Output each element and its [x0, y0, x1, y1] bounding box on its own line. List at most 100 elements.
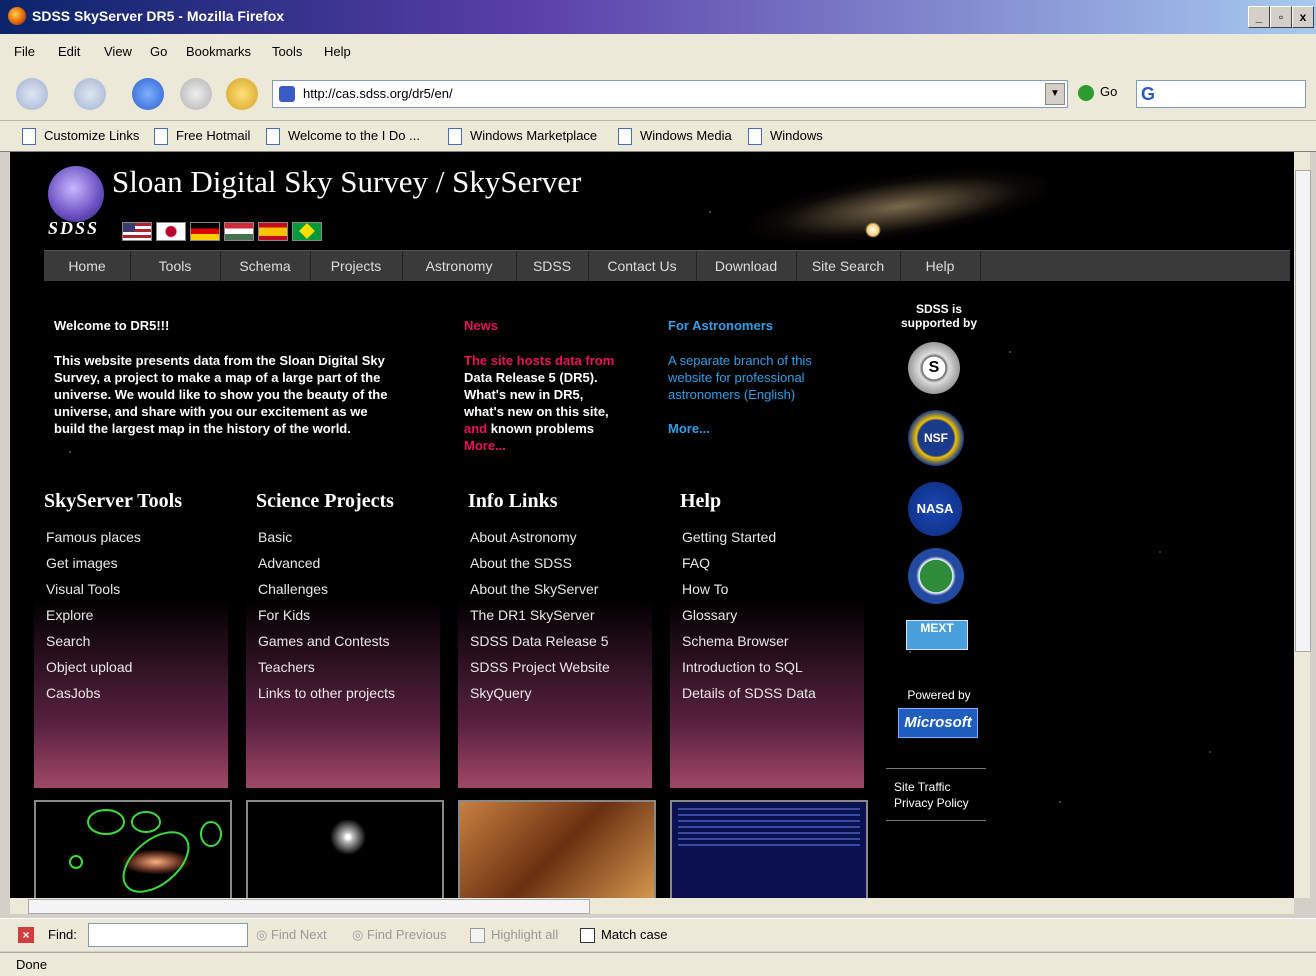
link-sdss-data-details[interactable]: Details of SDSS Data	[682, 685, 816, 701]
link-games-contests[interactable]: Games and Contests	[258, 633, 390, 649]
forward-icon[interactable]	[74, 78, 106, 110]
search-box[interactable]: G	[1136, 80, 1306, 108]
menu-help[interactable]: Help	[324, 44, 351, 59]
bookmark-customize-links[interactable]: Customize Links	[22, 128, 139, 146]
link-other-projects[interactable]: Links to other projects	[258, 685, 395, 701]
sdss-logo-icon[interactable]	[48, 166, 104, 222]
news-line-2[interactable]: Data Release 5 (DR5).	[464, 369, 614, 386]
horizontal-scrollbar[interactable]	[10, 898, 1294, 914]
nav-astronomy[interactable]: Astronomy	[402, 251, 517, 281]
link-faq[interactable]: FAQ	[682, 555, 710, 571]
nav-projects[interactable]: Projects	[310, 251, 403, 281]
microsoft-logo-icon[interactable]: Microsoft	[898, 708, 978, 738]
find-next-button[interactable]: ◎ Find Next	[256, 927, 327, 943]
flag-spain-icon[interactable]	[258, 222, 288, 241]
bookmark-windows-media[interactable]: Windows Media	[618, 128, 732, 146]
link-challenges[interactable]: Challenges	[258, 581, 328, 597]
news-line-3[interactable]: What's new in DR5,	[464, 386, 614, 403]
link-intro-sql[interactable]: Introduction to SQL	[682, 659, 803, 675]
close-icon[interactable]: ×	[18, 927, 34, 943]
link-visual-tools[interactable]: Visual Tools	[46, 581, 120, 597]
maximize-button[interactable]: ▫	[1270, 6, 1292, 28]
menu-go[interactable]: Go	[150, 44, 167, 59]
link-explore[interactable]: Explore	[46, 607, 93, 623]
link-about-sdss[interactable]: About the SDSS	[470, 555, 572, 571]
menu-file[interactable]: File	[14, 44, 35, 59]
privacy-policy-link[interactable]: Privacy Policy	[894, 796, 1004, 810]
bookmark-free-hotmail[interactable]: Free Hotmail	[154, 128, 250, 146]
vertical-scrollbar[interactable]	[1294, 152, 1311, 898]
match-case-checkbox[interactable]: Match case	[580, 927, 667, 944]
news-more-link[interactable]: More...	[464, 437, 614, 454]
known-problems-link[interactable]: known problems	[491, 421, 594, 436]
link-glossary[interactable]: Glossary	[682, 607, 737, 623]
mext-logo-icon[interactable]: MEXT	[906, 620, 968, 650]
close-button[interactable]: x	[1292, 6, 1314, 28]
nav-contact-us[interactable]: Contact Us	[588, 251, 697, 281]
menu-bookmarks[interactable]: Bookmarks	[186, 44, 251, 59]
thumbnail-painting[interactable]	[458, 800, 656, 898]
link-basic[interactable]: Basic	[258, 529, 292, 545]
nav-sdss[interactable]: SDSS	[516, 251, 589, 281]
link-skyquery[interactable]: SkyQuery	[470, 685, 531, 701]
go-button[interactable]: Go	[1078, 84, 1117, 101]
nasa-logo-icon[interactable]: NASA	[908, 482, 962, 536]
minimize-button[interactable]: _	[1248, 6, 1270, 28]
scroll-thumb[interactable]	[28, 899, 590, 914]
link-schema-browser[interactable]: Schema Browser	[682, 633, 789, 649]
home-icon[interactable]	[226, 78, 258, 110]
link-data-release-5[interactable]: SDSS Data Release 5	[470, 633, 609, 649]
menu-edit[interactable]: Edit	[58, 44, 80, 59]
nav-download[interactable]: Download	[696, 251, 797, 281]
link-advanced[interactable]: Advanced	[258, 555, 320, 571]
astronomers-more-link[interactable]: More...	[668, 420, 710, 437]
bookmark-windows-marketplace[interactable]: Windows Marketplace	[448, 128, 597, 146]
reload-icon[interactable]	[132, 78, 164, 110]
back-icon[interactable]	[16, 78, 48, 110]
thumbnail-galaxy-outlines[interactable]	[34, 800, 232, 898]
news-line-4[interactable]: what's new on this site,	[464, 403, 614, 420]
address-text[interactable]: http://cas.sdss.org/dr5/en/	[303, 86, 453, 101]
link-dr1-skyserver[interactable]: The DR1 SkyServer	[470, 607, 594, 623]
nav-home[interactable]: Home	[44, 251, 131, 281]
bookmark-windows[interactable]: Windows	[748, 128, 823, 146]
flag-germany-icon[interactable]	[190, 222, 220, 241]
link-famous-places[interactable]: Famous places	[46, 529, 141, 545]
nav-tools[interactable]: Tools	[130, 251, 221, 281]
highlight-all-checkbox[interactable]: Highlight all	[470, 927, 558, 944]
thumbnail-galaxies[interactable]	[246, 800, 444, 898]
nav-schema[interactable]: Schema	[220, 251, 311, 281]
link-search[interactable]: Search	[46, 633, 90, 649]
sloan-foundation-seal-icon[interactable]: S	[908, 342, 960, 394]
link-teachers[interactable]: Teachers	[258, 659, 315, 675]
link-about-skyserver[interactable]: About the SkyServer	[470, 581, 598, 597]
link-object-upload[interactable]: Object upload	[46, 659, 132, 675]
link-about-astronomy[interactable]: About Astronomy	[470, 529, 577, 545]
stop-icon[interactable]	[180, 78, 212, 110]
link-how-to[interactable]: How To	[682, 581, 728, 597]
nav-site-search[interactable]: Site Search	[796, 251, 901, 281]
chevron-down-icon[interactable]: ▼	[1045, 83, 1065, 105]
link-project-website[interactable]: SDSS Project Website	[470, 659, 610, 675]
nsf-logo-icon[interactable]: NSF	[908, 410, 964, 466]
menu-view[interactable]: View	[104, 44, 132, 59]
link-getting-started[interactable]: Getting Started	[682, 529, 776, 545]
address-bar[interactable]: http://cas.sdss.org/dr5/en/ ▼	[272, 80, 1068, 108]
link-for-kids[interactable]: For Kids	[258, 607, 310, 623]
doe-logo-icon[interactable]	[908, 548, 964, 604]
scroll-thumb[interactable]	[1295, 170, 1311, 652]
flag-brazil-icon[interactable]	[292, 222, 322, 241]
flag-japan-icon[interactable]	[156, 222, 186, 241]
bookmark-welcome[interactable]: Welcome to the I Do ...	[266, 128, 420, 146]
thumbnail-table[interactable]	[670, 800, 868, 898]
link-get-images[interactable]: Get images	[46, 555, 118, 571]
link-casjobs[interactable]: CasJobs	[46, 685, 100, 701]
flag-hungary-icon[interactable]	[224, 222, 254, 241]
site-traffic-link[interactable]: Site Traffic	[894, 780, 1004, 794]
find-input[interactable]	[88, 923, 248, 947]
nav-help[interactable]: Help	[900, 251, 981, 281]
flag-us-icon[interactable]	[122, 222, 152, 241]
astronomers-text[interactable]: A separate branch of this website for pr…	[668, 352, 812, 403]
menu-tools[interactable]: Tools	[272, 44, 302, 59]
find-previous-button[interactable]: ◎ Find Previous	[352, 927, 446, 943]
